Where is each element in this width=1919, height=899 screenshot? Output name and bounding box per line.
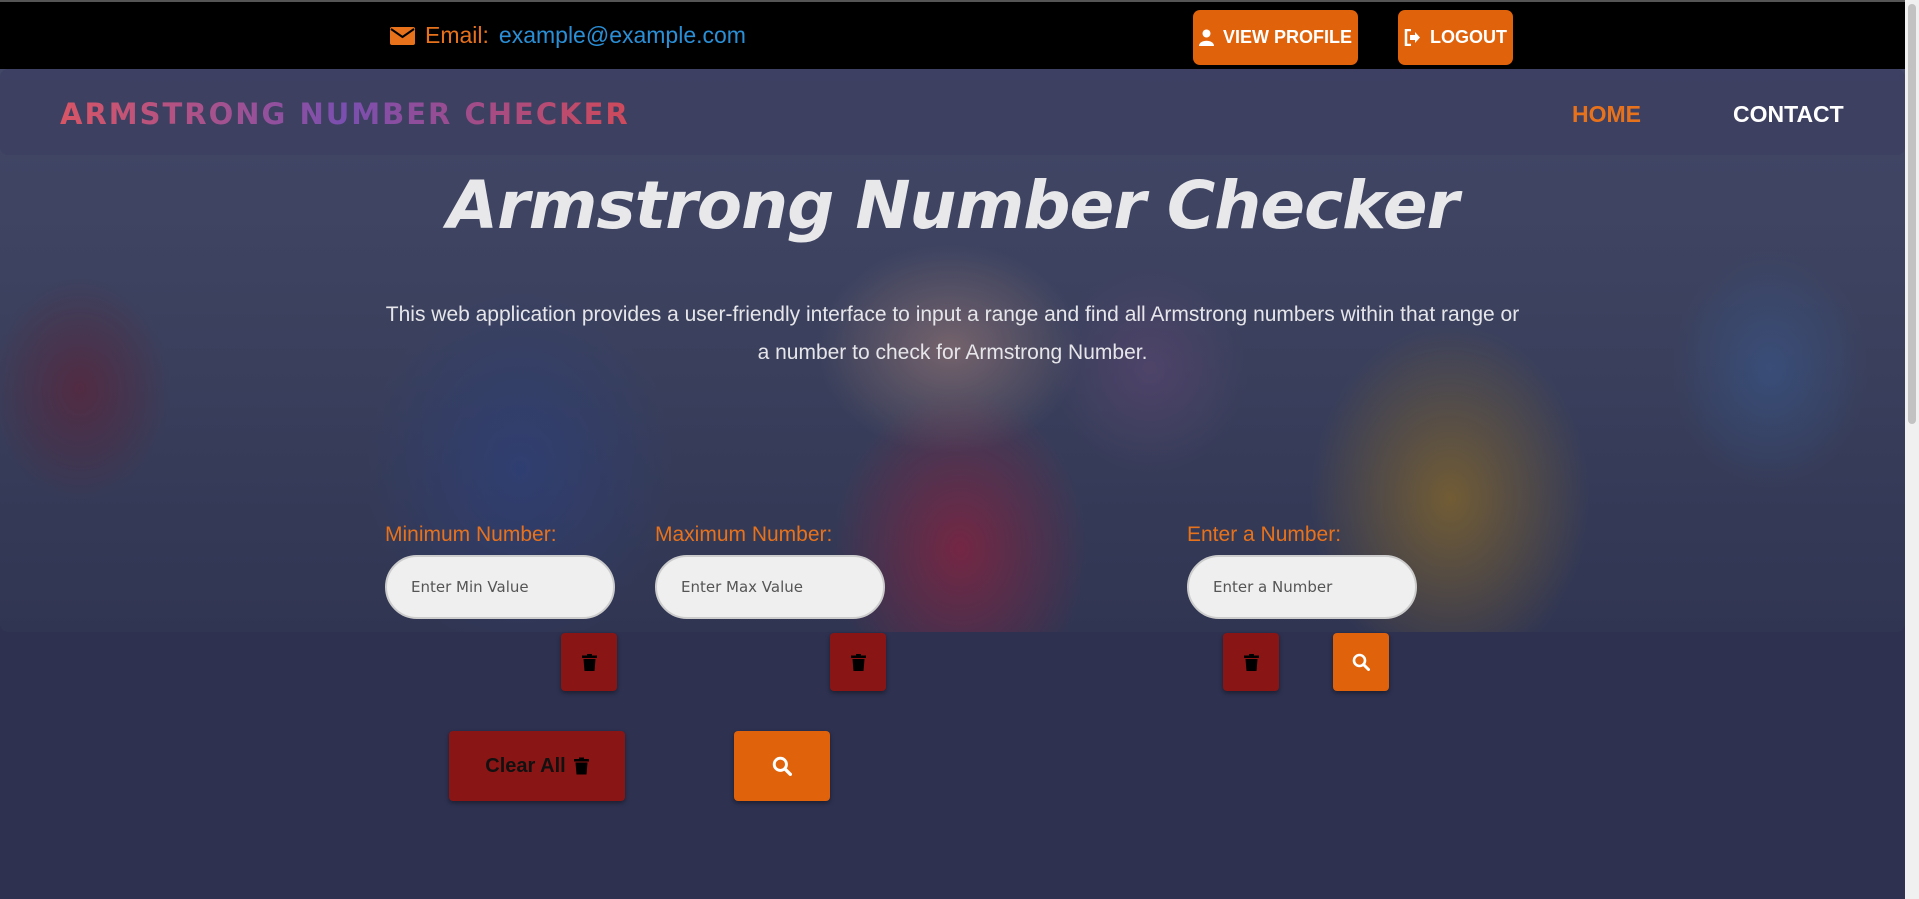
sign-out-icon [1404,29,1420,46]
view-profile-button[interactable]: VIEW PROFILE [1193,10,1358,65]
nav-home-link[interactable]: HOME [1572,101,1641,128]
max-number-label: Maximum Number: [655,523,833,546]
range-search-button[interactable] [734,731,830,801]
search-icon [1352,653,1370,671]
user-icon [1198,29,1214,46]
page-description: This web application provides a user-fri… [385,303,1520,364]
brand-logo[interactable]: ARMSTRONG NUMBER CHECKER [60,97,630,131]
max-number-input[interactable] [655,555,885,619]
contact-email: Email: example@example.com [390,22,746,49]
trash-icon [573,757,589,775]
nav-contact-link[interactable]: CONTACT [1733,101,1844,128]
clear-all-label: Clear All [485,754,566,777]
logout-label: LOGOUT [1430,27,1507,47]
clear-number-button[interactable] [1223,633,1279,691]
trash-icon [581,653,597,671]
view-profile-label: VIEW PROFILE [1222,27,1352,47]
top-bar: Email: example@example.com VIEW PROFILE … [0,0,1905,69]
page-title: Armstrong Number Checker [446,167,1459,244]
navbar: ARMSTRONG NUMBER CHECKER HOME CONTACT [0,69,1905,155]
check-number-search-button[interactable] [1333,633,1389,691]
trash-icon [850,653,866,671]
envelope-icon [390,26,415,45]
clear-min-button[interactable] [561,633,617,691]
logout-button[interactable]: LOGOUT [1398,10,1513,65]
trash-icon [1243,653,1259,671]
clear-max-button[interactable] [830,633,886,691]
clear-all-button[interactable]: Clear All [449,731,625,801]
min-number-input[interactable] [385,555,615,619]
scrollbar-thumb[interactable] [1908,4,1916,424]
single-number-input[interactable] [1187,555,1417,619]
email-address-link[interactable]: example@example.com [499,22,746,49]
vertical-scrollbar[interactable] [1905,0,1919,899]
search-icon [772,756,792,776]
email-label: Email: [425,22,489,48]
min-number-label: Minimum Number: [385,523,557,546]
hero-section: ARMSTRONG NUMBER CHECKER HOME CONTACT Ar… [0,69,1905,632]
single-number-label: Enter a Number: [1187,523,1342,546]
